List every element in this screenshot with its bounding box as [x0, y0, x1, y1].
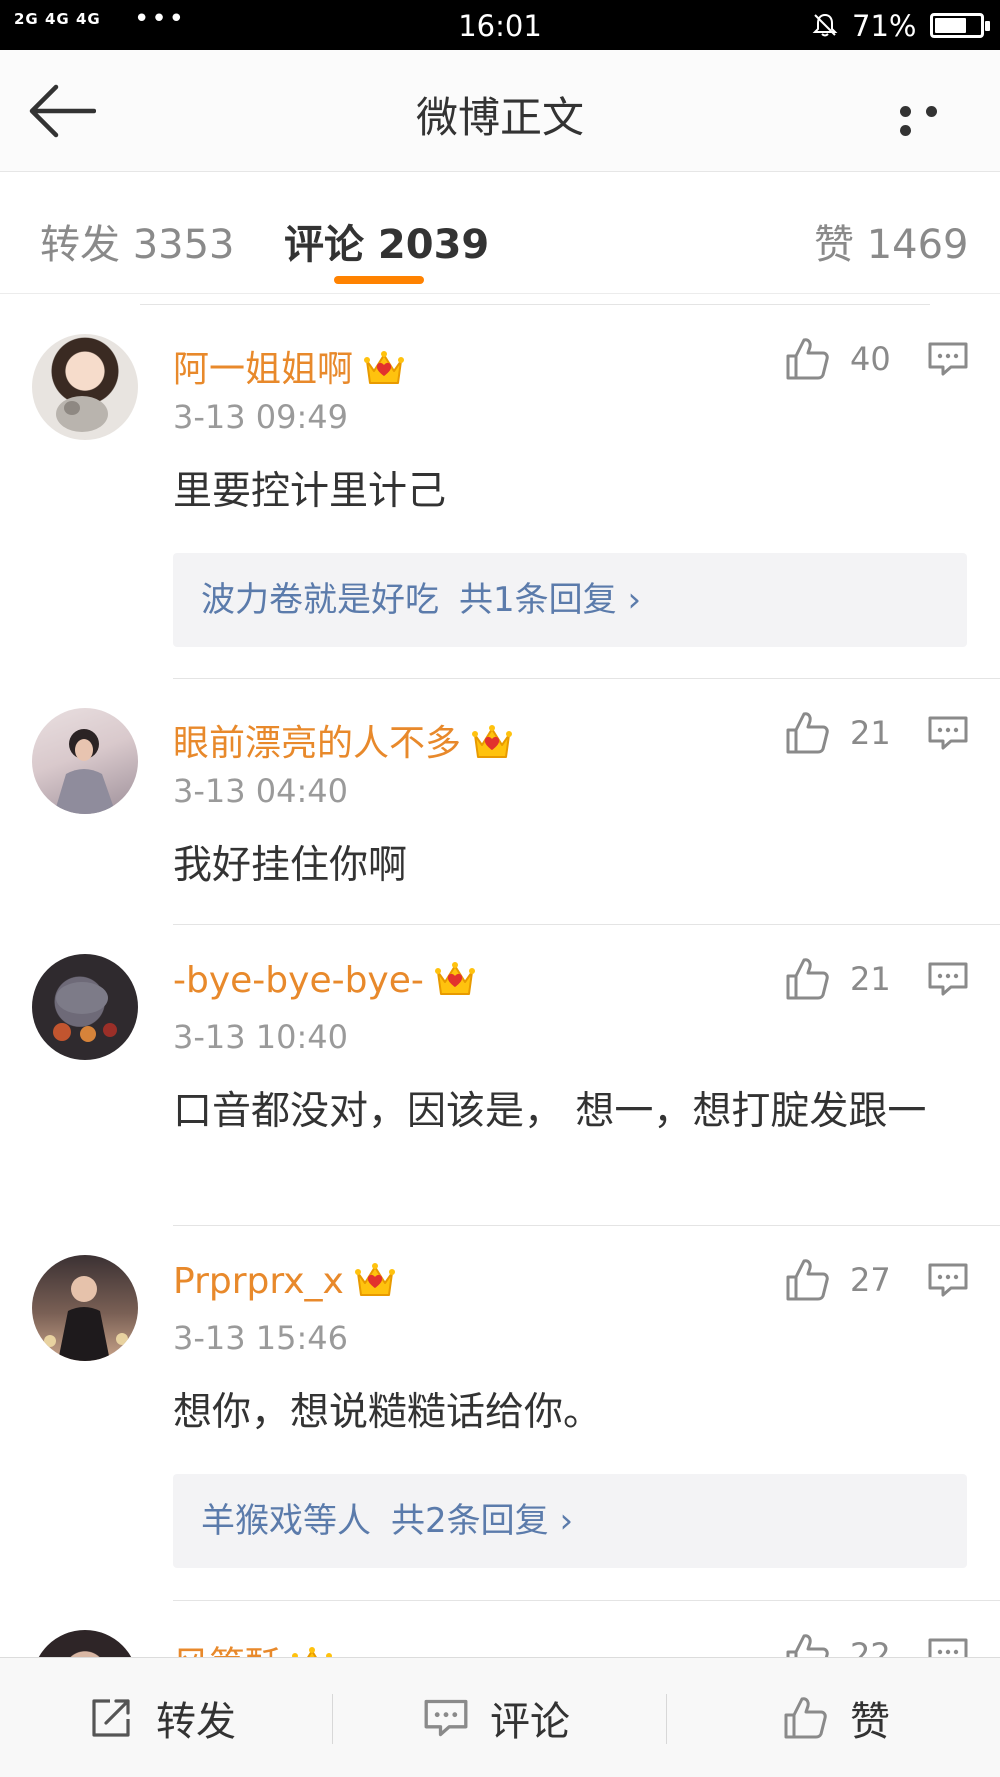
like-thumb-icon[interactable] — [784, 710, 830, 756]
like-label[interactable]: 赞 — [850, 1689, 890, 1747]
active-tab-indicator — [334, 276, 424, 284]
status-bar: 2G 4G 4G ••• 16:01 71% — [0, 0, 1000, 50]
like-count: 27 — [850, 1261, 891, 1299]
tab-likes[interactable]: 赞 1469 — [814, 212, 969, 270]
vip-crown-icon — [354, 1261, 396, 1299]
username[interactable]: -bye-bye-bye- — [173, 960, 476, 1001]
comment-text: 口音都没对，因该是， 想一，想打腚发跟一 — [173, 1089, 927, 1134]
reply-author[interactable]: 波力卷就是好吃 — [201, 580, 439, 620]
vip-crown-icon — [363, 349, 405, 387]
reply-comment-icon[interactable] — [928, 962, 968, 996]
avatar[interactable] — [32, 954, 138, 1060]
tab-bar: 转发 3353 评论 2039 赞 1469 — [0, 172, 1000, 294]
avatar[interactable] — [32, 334, 138, 440]
like-thumb-icon[interactable] — [784, 336, 830, 382]
divider — [332, 1694, 333, 1744]
repost-label[interactable]: 转发 — [156, 1689, 236, 1747]
comment-icon — [424, 1699, 468, 1737]
username-text[interactable]: 眼前漂亮的人不多 — [173, 723, 461, 764]
reply-preview[interactable]: 波力卷就是好吃 共1条回复 › — [173, 553, 967, 647]
page-title: 微博正文 — [415, 93, 584, 142]
comment-time: 3-13 04:40 — [173, 772, 349, 810]
divider — [173, 1600, 1000, 1601]
repost-button[interactable]: 转发 — [90, 1658, 236, 1777]
like-count: 21 — [850, 714, 891, 752]
share-icon — [92, 1699, 130, 1737]
reply-comment-icon[interactable] — [928, 716, 968, 750]
battery-level — [935, 18, 966, 33]
battery-percent: 71% — [852, 9, 917, 43]
bottom-action-bar: 转发 评论 赞 — [0, 1657, 1000, 1777]
vip-crown-icon — [471, 723, 513, 761]
reply-comment-icon[interactable] — [928, 1263, 968, 1297]
reply-count-link[interactable]: 共2条回复 › — [391, 1501, 573, 1541]
divider — [173, 924, 1000, 925]
like-thumb-icon — [782, 1695, 828, 1741]
username[interactable]: 阿一姐姐啊 — [173, 340, 405, 392]
avatar[interactable] — [32, 708, 138, 814]
username[interactable]: Prprprx_x — [173, 1261, 396, 1302]
comment-text: 我好挂住你啊 — [173, 843, 408, 888]
reply-count-link[interactable]: 共1条回复 › — [459, 580, 641, 620]
avatar[interactable] — [32, 1255, 138, 1361]
clock: 16:01 — [458, 9, 542, 43]
comment-time: 3-13 10:40 — [173, 1018, 349, 1056]
mute-bell-icon — [812, 13, 838, 37]
like-count: 21 — [850, 960, 891, 998]
divider — [173, 1225, 1000, 1226]
username[interactable]: 眼前漂亮的人不多 — [173, 714, 513, 766]
like-count: 40 — [850, 340, 891, 378]
tab-reposts[interactable]: 转发 3353 — [40, 212, 235, 270]
comment-label[interactable]: 评论 — [490, 1689, 570, 1747]
nav-bar: 微博正文 — [0, 50, 1000, 172]
like-thumb-icon[interactable] — [784, 1257, 830, 1303]
username-text[interactable]: -bye-bye-bye- — [173, 960, 424, 1001]
username-text[interactable]: Prprprx_x — [173, 1261, 344, 1302]
comment-time: 3-13 15:46 — [173, 1319, 349, 1357]
comment-text: 里要控计里计己 — [173, 469, 447, 514]
like-button[interactable]: 赞 — [782, 1658, 890, 1777]
username-text[interactable]: 阿一姐姐啊 — [173, 349, 353, 390]
reply-comment-icon[interactable] — [928, 342, 968, 376]
comment-time: 3-13 09:49 — [173, 398, 349, 436]
divider — [666, 1694, 667, 1744]
like-thumb-icon[interactable] — [784, 956, 830, 1002]
comment-text: 想你，想说糙糙话给你。 — [173, 1390, 603, 1435]
divider — [173, 678, 1000, 679]
more-options-icon[interactable] — [900, 102, 972, 136]
reply-preview[interactable]: 羊猴戏等人 共2条回复 › — [173, 1474, 967, 1568]
reply-author[interactable]: 羊猴戏等人 — [201, 1501, 371, 1541]
vip-crown-icon — [434, 960, 476, 998]
battery-icon — [930, 13, 990, 38]
divider — [140, 304, 930, 305]
tab-comments[interactable]: 评论 2039 — [284, 212, 489, 270]
comment-button[interactable]: 评论 — [424, 1658, 570, 1777]
